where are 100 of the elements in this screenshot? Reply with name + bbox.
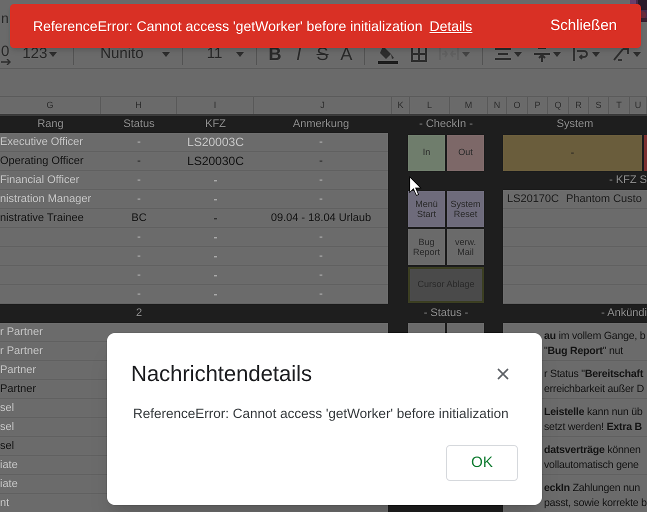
borders-icon	[411, 46, 428, 62]
table-cell-text: sel	[0, 438, 14, 454]
table-cell: -	[319, 136, 323, 148]
column-title: Anmerkung	[292, 117, 350, 132]
ok-button[interactable]: OK	[446, 445, 518, 481]
caret-icon	[514, 52, 522, 56]
table-cell: -	[319, 288, 323, 300]
table-cell-text: iate	[0, 476, 18, 492]
text-wrap-icon	[572, 46, 589, 62]
table-cell: -	[137, 230, 141, 243]
number-format-dropdown[interactable]: 123	[22, 42, 58, 66]
column-header[interactable]: U	[630, 97, 647, 114]
italic-button[interactable]: I	[286, 40, 311, 68]
table-cell: LS20030C	[187, 154, 244, 168]
table-cell: -	[319, 174, 323, 186]
table-cell: -	[137, 154, 141, 167]
column-header[interactable]: P	[528, 97, 548, 114]
font-dropdown[interactable]: Nunito	[84, 42, 172, 66]
table-cell: -	[214, 230, 218, 244]
table-cell: -	[214, 172, 218, 187]
column-title: KFZ	[204, 117, 227, 132]
dialog-message: ReferenceError: Cannot access 'getWorker' before initialization	[133, 405, 510, 423]
text-color-button[interactable]: A	[334, 40, 358, 68]
column-header[interactable]: S	[589, 97, 609, 114]
caret-icon	[462, 52, 470, 56]
decimal-button[interactable]: 0	[1, 44, 16, 64]
column-header[interactable]: J	[254, 97, 392, 114]
column-header[interactable]: N	[488, 97, 507, 114]
column-header[interactable]: H	[101, 97, 177, 114]
table-cell: -	[137, 192, 141, 205]
table-cell-text: LS20170C	[507, 192, 559, 207]
announcement-text: passt, sowie korrekte b	[544, 496, 647, 511]
column-header[interactable]: T	[609, 97, 630, 114]
announcement-text: vollautomatisch gene	[544, 458, 640, 473]
action-button[interactable]: Menü Start	[408, 191, 445, 227]
table-cell: -	[214, 192, 218, 206]
caret-icon	[592, 52, 600, 56]
table-cell-text: Partner	[0, 382, 36, 397]
table-cell: -	[319, 230, 323, 243]
section-title: - Status -	[424, 307, 468, 320]
mouse-pointer-icon	[409, 176, 423, 197]
text-rotate-icon	[612, 46, 630, 62]
align-left-icon	[494, 47, 511, 61]
table-cell: -	[137, 136, 141, 148]
section-title: - KFZ S	[609, 173, 647, 188]
column-header[interactable]: G	[0, 97, 101, 114]
column-header[interactable]: O	[507, 97, 528, 114]
action-button[interactable]: verw. Mail	[447, 229, 484, 265]
table-cell: nistrative Trainee	[0, 212, 84, 224]
checkin-button[interactable]: Out	[447, 135, 484, 171]
error-message: ReferenceError: Cannot access 'getWorker' before initialization	[33, 16, 422, 36]
action-button[interactable]: System Reset	[447, 191, 484, 227]
column-header[interactable]: M	[450, 97, 488, 114]
announcement-text: "Bug Report" nut	[544, 344, 624, 359]
table-cell: Executive Officer	[0, 136, 83, 148]
table-cell-text: r Partner	[0, 324, 43, 340]
announcement-text: au im vollem Gange, b	[544, 329, 646, 344]
caret-icon	[632, 52, 641, 56]
table-cell: BC	[131, 212, 147, 224]
caret-icon	[236, 52, 244, 56]
font-size-dropdown[interactable]: 11	[192, 42, 246, 66]
column-title: Rang	[36, 117, 65, 132]
bold-button[interactable]: B	[263, 40, 287, 68]
menu-item[interactable]: n	[1, 8, 9, 28]
strikethrough-button[interactable]: S	[310, 40, 334, 68]
announcement-text: datsverträge können	[544, 443, 642, 458]
announcement-text: setzt werden! Extra B	[544, 420, 643, 435]
table-cell: -	[214, 268, 218, 282]
caret-icon	[49, 52, 58, 56]
close-button[interactable]: Schließen	[550, 14, 617, 38]
table-cell: -	[319, 192, 323, 205]
announcement-text: eckIn Zahlungen nun	[544, 481, 642, 496]
column-header[interactable]: R	[569, 97, 589, 114]
table-cell: Operating Officer	[0, 154, 84, 167]
table-cell: LS20003C	[187, 134, 244, 149]
table-cell: -	[137, 268, 141, 281]
action-button[interactable]: Bug Report	[408, 229, 445, 265]
section-title: - Ankündi	[601, 306, 647, 322]
arrow-icon	[1, 58, 11, 64]
merge-cells-icon	[439, 47, 460, 61]
table-cell-text: Phantom Custo	[566, 192, 642, 207]
column-header[interactable]: L	[410, 97, 450, 114]
details-link[interactable]: Details	[430, 16, 472, 36]
table-cell: 09.04 - 18.04 Urlaub	[270, 212, 372, 224]
section-number: 2	[136, 307, 142, 320]
table-cell: -	[137, 250, 141, 262]
table-cell: -	[319, 154, 323, 167]
checkin-button[interactable]: In	[408, 135, 445, 171]
table-cell-text: nt	[0, 496, 10, 511]
table-cell: -	[214, 248, 218, 263]
table-cell-text: sel	[0, 400, 14, 416]
section-title: System	[556, 117, 594, 132]
column-title: Status	[122, 117, 156, 132]
column-header[interactable]: Q	[548, 97, 569, 114]
status-value: -	[570, 146, 574, 161]
table-cell-text: iate	[0, 458, 18, 473]
table-cell: -	[319, 250, 323, 262]
column-header[interactable]: K	[392, 97, 410, 114]
table-cell: nistration Manager	[0, 192, 92, 205]
vertical-align-icon	[534, 45, 550, 63]
